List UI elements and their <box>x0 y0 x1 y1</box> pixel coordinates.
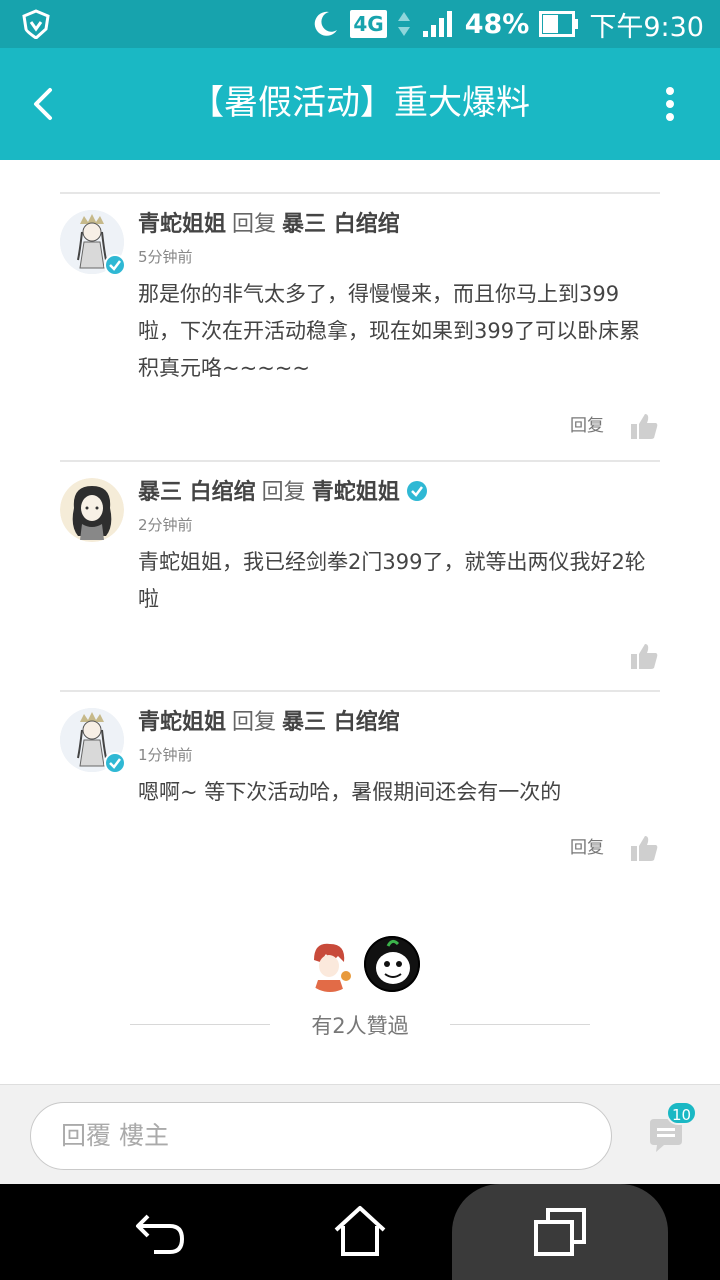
system-nav-bar <box>0 1184 720 1280</box>
nav-back-icon[interactable] <box>134 1208 188 1256</box>
comment-time: 5分钟前 <box>138 248 193 266</box>
meme-face-avatar-icon <box>364 936 420 992</box>
reply-button[interactable]: 回复 <box>570 836 604 860</box>
comment-header: 青蛇姐姐 回复 暴三 白绾绾 <box>138 708 400 738</box>
anime-boy-avatar-icon <box>302 936 358 992</box>
divider <box>60 192 660 194</box>
more-menu-icon[interactable] <box>660 86 680 122</box>
moon-icon <box>315 11 338 36</box>
battery-icon <box>539 11 579 37</box>
comment-header: 青蛇姐姐 回复 暴三 白绾绾 <box>138 210 400 240</box>
shield-icon <box>22 9 50 39</box>
app-header: 【暑假活动】重大爆料 <box>0 48 720 160</box>
battery-percent: 48% <box>464 8 530 40</box>
thumbs-up-icon[interactable] <box>630 412 658 440</box>
thumbs-up-icon[interactable] <box>630 834 658 862</box>
avatar[interactable] <box>60 478 124 542</box>
author-name[interactable]: 青蛇姐姐 <box>138 212 226 237</box>
comment-text: 嗯啊~ 等下次活动哈，暑假期间还会有一次的 <box>138 780 562 804</box>
author-name[interactable]: 青蛇姐姐 <box>138 710 226 735</box>
nav-recent-apps-icon[interactable] <box>532 1206 588 1258</box>
author-name[interactable]: 暴三 白绾绾 <box>138 480 256 505</box>
comment-item: 青蛇姐姐 回复 暴三 白绾绾 1分钟前 嗯啊~ 等下次活动哈，暑假期间还会有一次的 … <box>60 708 660 868</box>
thumbs-up-icon[interactable] <box>630 642 658 670</box>
reply-word: 回复 <box>232 710 277 735</box>
comment-item: 青蛇姐姐 回复 暴三 白绾绾 5分钟前 那是你的非气太多了，得慢慢来，而且你马上到3… <box>60 210 660 460</box>
divider <box>450 1024 590 1025</box>
status-bar: 4G 48% 下午9:30 <box>0 0 720 48</box>
liked-users <box>0 936 720 994</box>
clock: 下午9:30 <box>589 11 704 43</box>
page-title: 【暑假活动】重大爆料 <box>190 83 530 123</box>
reply-target-name[interactable]: 青蛇姐姐 <box>312 480 400 505</box>
reply-input[interactable]: 回覆 樓主 <box>30 1102 612 1170</box>
liked-count-text: 有2人贊過 <box>311 1014 409 1038</box>
reply-target-name[interactable]: 暴三 白绾绾 <box>282 212 400 237</box>
reply-word: 回复 <box>261 480 306 505</box>
reply-button[interactable]: 回复 <box>570 414 604 438</box>
divider <box>60 460 660 462</box>
comment-item: 暴三 白绾绾 回复 青蛇姐姐 2分钟前 青蛇姐姐，我已经剑拳2门399了，就等出两仪… <box>60 478 660 678</box>
comment-time: 1分钟前 <box>138 746 193 764</box>
girl-avatar-icon <box>60 478 124 542</box>
nav-home-icon[interactable] <box>332 1204 388 1258</box>
liker-avatar[interactable] <box>302 936 358 992</box>
comment-text: 那是你的非气太多了，得慢慢来，而且你马上到399啦，下次在开活动稳拿，现在如果到… <box>138 282 641 380</box>
comment-thread: 青蛇姐姐 回复 暴三 白绾绾 5分钟前 那是你的非气太多了，得慢慢来，而且你马上到3… <box>0 160 720 1084</box>
verified-badge-icon <box>104 254 126 276</box>
divider <box>60 690 660 692</box>
comment-text: 青蛇姐姐，我已经剑拳2门399了，就等出两仪我好2轮啦 <box>138 550 646 611</box>
comment-time: 2分钟前 <box>138 516 193 534</box>
reply-bar: 回覆 樓主 10 <box>0 1084 720 1184</box>
comment-header: 暴三 白绾绾 回复 青蛇姐姐 <box>138 478 428 508</box>
data-arrows-icon <box>397 12 410 36</box>
liker-avatar[interactable] <box>364 936 420 992</box>
verified-badge-icon <box>406 481 427 501</box>
reply-target-name[interactable]: 暴三 白绾绾 <box>282 710 400 735</box>
verified-badge-icon <box>104 752 126 774</box>
signal-icon <box>422 11 452 37</box>
comment-count-badge: 10 <box>666 1101 698 1125</box>
network-type: 4G <box>350 10 387 38</box>
reply-word: 回复 <box>232 212 277 237</box>
